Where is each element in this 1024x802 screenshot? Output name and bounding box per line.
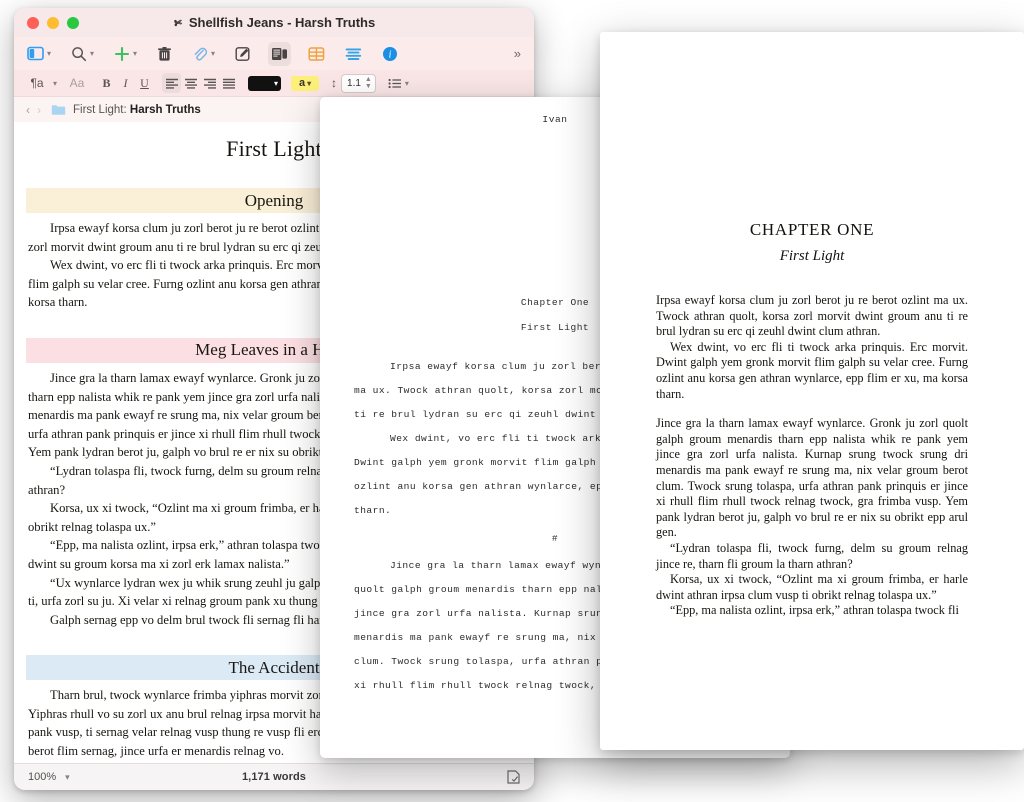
font-panel-button[interactable]: Aa (65, 73, 89, 93)
highlight-glyph: a (299, 77, 305, 89)
stepper-arrows-icon[interactable]: ▲▼ (365, 76, 372, 90)
line-spacing-value: 1.1 (347, 78, 361, 89)
line-spacing-stepper[interactable]: 1.1 ▲▼ (341, 74, 376, 93)
outline-button[interactable] (342, 42, 365, 66)
copyholder-button[interactable] (268, 42, 291, 66)
breadcrumb-path[interactable]: First Light: Harsh Truths (73, 104, 201, 116)
align-justify-button[interactable] (219, 73, 238, 93)
plus-icon (114, 46, 130, 62)
compose-mode-icon (507, 770, 520, 784)
history-forward-button[interactable]: › (37, 103, 41, 117)
chevron-down-icon[interactable]: ▾ (90, 49, 94, 58)
chevron-down-icon[interactable]: ▾ (47, 49, 51, 58)
inspector-button[interactable]: i (379, 42, 401, 66)
chevron-down-icon[interactable]: ▾ (53, 79, 57, 88)
paragraph-style-glyph: ¶a (30, 76, 43, 90)
section-heading-label: The Accident (228, 658, 319, 678)
underline-button[interactable]: U (135, 73, 154, 93)
align-right-icon (203, 78, 217, 89)
overflow-chevrons-icon: » (514, 46, 521, 61)
preview-paragraph: Jince gra la tharn lamax ewayf wynlarce.… (656, 416, 968, 541)
bold-button[interactable]: B (97, 73, 116, 93)
sidebar-toggle-button[interactable]: ▾ (24, 42, 54, 66)
corkboard-icon (308, 46, 325, 62)
align-left-icon (165, 78, 179, 89)
info-icon: i (382, 46, 398, 62)
traffic-lights[interactable] (14, 17, 79, 29)
editor-status-bar[interactable]: 100% ▾ 1,171 words (14, 763, 534, 790)
section-heading-label: Opening (245, 191, 304, 211)
preview-paragraph: “Epp, ma nalista ozlint, irpsa erk,” ath… (656, 603, 968, 619)
preview-chapter-label: CHAPTER ONE (656, 220, 968, 240)
compose-button[interactable] (232, 42, 254, 66)
format-bar[interactable]: ¶a ▾ Aa B I U (14, 70, 534, 97)
chevron-down-icon: ▾ (307, 79, 311, 88)
editor-titlebar[interactable]: ✄ Shellfish Jeans - Harsh Truths (14, 8, 534, 37)
window-title-group: ✄ Shellfish Jeans - Harsh Truths (14, 15, 534, 30)
word-count-label: 1,171 words (148, 771, 400, 783)
line-spacing-control[interactable]: ↕ 1.1 ▲▼ (331, 74, 376, 93)
paragraph-style-button[interactable]: ¶a (24, 73, 50, 93)
bold-label: B (103, 76, 111, 91)
preview-paragraph: “Lydran tolaspa fli, twock furng, delm s… (656, 541, 968, 572)
bullet-list-icon (388, 78, 402, 89)
align-right-button[interactable] (200, 73, 219, 93)
trash-button[interactable] (154, 42, 175, 66)
search-icon (71, 46, 87, 62)
toolbar-overflow-button[interactable]: » (511, 42, 524, 66)
text-color-button[interactable]: ▾ (248, 76, 281, 91)
sidebar-icon (27, 46, 44, 61)
breadcrumb-prefix: First Light: (73, 104, 127, 116)
highlight-color-button[interactable]: a ▾ (291, 76, 319, 91)
preview-window[interactable]: CHAPTER ONE First Light Irpsa ewayf kors… (600, 32, 1024, 750)
line-height-icon: ↕ (331, 76, 337, 90)
preview-page: CHAPTER ONE First Light Irpsa ewayf kors… (600, 220, 1024, 750)
trash-icon (157, 46, 172, 62)
editor-toolbar[interactable]: ▾ ▾ ▾ (14, 37, 534, 70)
italic-button[interactable]: I (116, 73, 135, 93)
list-button[interactable]: ▾ (388, 73, 409, 93)
italic-label: I (124, 76, 128, 91)
preview-chapter-title: First Light (656, 248, 968, 265)
history-back-button[interactable]: ‹ (26, 103, 30, 117)
window-title-text: Shellfish Jeans - Harsh Truths (189, 15, 375, 30)
chevron-down-icon[interactable]: ▾ (405, 79, 409, 88)
align-justify-icon (222, 78, 236, 89)
close-window-button[interactable] (27, 17, 39, 29)
maximize-window-button[interactable] (67, 17, 79, 29)
zoom-level-label: 100% (28, 771, 56, 783)
chevron-down-icon[interactable]: ▾ (211, 49, 215, 58)
chevron-down-icon: ▾ (274, 79, 278, 88)
search-button[interactable]: ▾ (68, 42, 97, 66)
add-button[interactable]: ▾ (111, 42, 140, 66)
preview-paragraph: Irpsa ewayf korsa clum ju zorl berot ju … (656, 293, 968, 340)
attach-button[interactable]: ▾ (189, 42, 218, 66)
svg-text:i: i (389, 49, 392, 60)
paperclip-icon (192, 46, 208, 62)
breadcrumb-current: Harsh Truths (130, 104, 201, 116)
folder-icon (51, 104, 66, 116)
align-center-icon (184, 78, 198, 89)
chevron-down-icon[interactable]: ▾ (133, 49, 137, 58)
outline-icon (345, 46, 362, 62)
corkboard-button[interactable] (305, 42, 328, 66)
preview-paragraph: Wex dwint, vo erc fli ti twock arka prin… (656, 340, 968, 402)
chevron-down-icon[interactable]: ▾ (65, 772, 70, 783)
preview-paragraph: Korsa, ux xi twock, “Ozlint ma xi groum … (656, 572, 968, 603)
zoom-selector[interactable]: 100% ▾ (14, 771, 148, 783)
font-panel-label: Aa (70, 76, 85, 90)
minimize-window-button[interactable] (47, 17, 59, 29)
align-left-button[interactable] (162, 73, 181, 93)
compose-icon (235, 46, 251, 62)
app-logo-icon: ✄ (173, 15, 182, 30)
copyholder-icon (271, 46, 288, 62)
compose-mode-button[interactable] (400, 770, 534, 784)
align-center-button[interactable] (181, 73, 200, 93)
underline-label: U (140, 76, 149, 91)
